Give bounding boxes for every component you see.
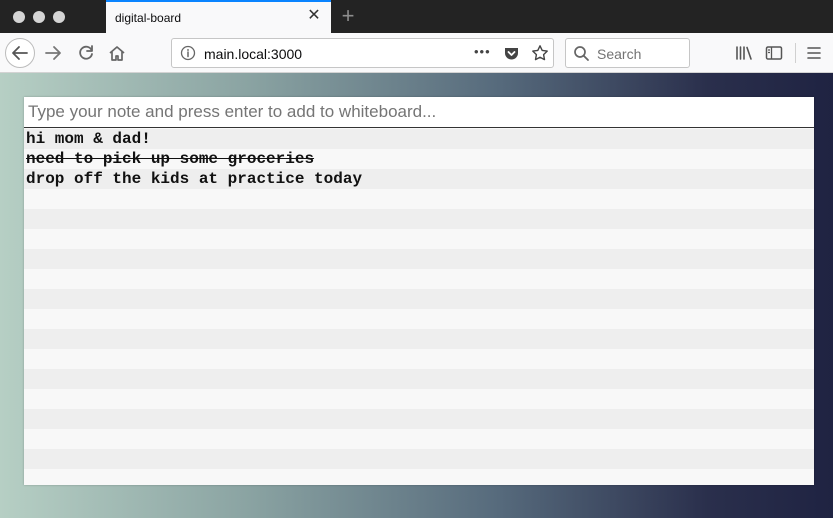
address-bar[interactable]: main.local:3000 •••	[171, 38, 554, 68]
note-item[interactable]: hi mom & dad!	[24, 129, 814, 149]
url-text: main.local:3000	[204, 46, 303, 62]
reload-button[interactable]	[72, 39, 100, 67]
note-item[interactable]: drop off the kids at practice today	[24, 169, 814, 189]
page-background: hi mom & dad!need to pick up some grocer…	[0, 73, 833, 518]
arrow-right-icon	[45, 46, 61, 60]
empty-note-line	[24, 189, 814, 209]
page-actions-button[interactable]: •••	[474, 44, 491, 59]
search-placeholder: Search	[597, 46, 642, 62]
empty-note-line	[24, 369, 814, 389]
empty-note-line	[24, 249, 814, 269]
note-item[interactable]: need to pick up some groceries	[24, 149, 814, 169]
library-icon	[736, 46, 752, 60]
close-icon[interactable]: ✕	[307, 8, 321, 24]
empty-note-line	[24, 289, 814, 309]
empty-note-line	[24, 349, 814, 369]
search-box[interactable]: Search	[565, 38, 690, 68]
notes-list: hi mom & dad! need to pick up some grocer…	[24, 129, 814, 469]
arrow-left-icon	[12, 46, 28, 60]
browser-window: digital-board ✕ + main.local:3000 ••• Se…	[0, 0, 833, 518]
empty-note-line	[24, 309, 814, 329]
home-icon	[109, 46, 125, 61]
empty-note-line	[24, 409, 814, 429]
toolbar-divider	[795, 43, 796, 63]
star-icon[interactable]	[531, 44, 549, 62]
tab-bar: digital-board ✕ +	[0, 0, 833, 33]
maximize-window-button[interactable]	[53, 11, 65, 23]
sidebar-icon	[765, 46, 783, 60]
new-tab-button[interactable]: +	[338, 5, 358, 27]
tab-title: digital-board	[115, 11, 182, 25]
home-button[interactable]	[103, 39, 131, 67]
info-icon	[180, 45, 196, 61]
hamburger-menu-icon	[807, 47, 821, 59]
empty-note-line	[24, 269, 814, 289]
library-button[interactable]	[730, 39, 758, 67]
pocket-icon[interactable]	[503, 45, 520, 62]
empty-note-line	[24, 449, 814, 469]
whiteboard: hi mom & dad!need to pick up some grocer…	[24, 97, 814, 485]
search-icon	[574, 46, 589, 61]
empty-note-line	[24, 389, 814, 409]
reload-icon	[79, 45, 93, 60]
note-input[interactable]	[24, 97, 814, 128]
empty-note-line	[24, 329, 814, 349]
forward-button[interactable]	[40, 39, 68, 67]
back-button[interactable]	[5, 38, 35, 68]
empty-note-line	[24, 429, 814, 449]
empty-note-line	[24, 209, 814, 229]
empty-note-line	[24, 229, 814, 249]
tab-digital-board[interactable]: digital-board ✕	[106, 0, 331, 33]
menu-button[interactable]	[800, 39, 828, 67]
sidebar-button[interactable]	[760, 39, 788, 67]
navigation-toolbar: main.local:3000 ••• Search	[0, 33, 833, 73]
minimize-window-button[interactable]	[33, 11, 45, 23]
close-window-button[interactable]	[13, 11, 25, 23]
